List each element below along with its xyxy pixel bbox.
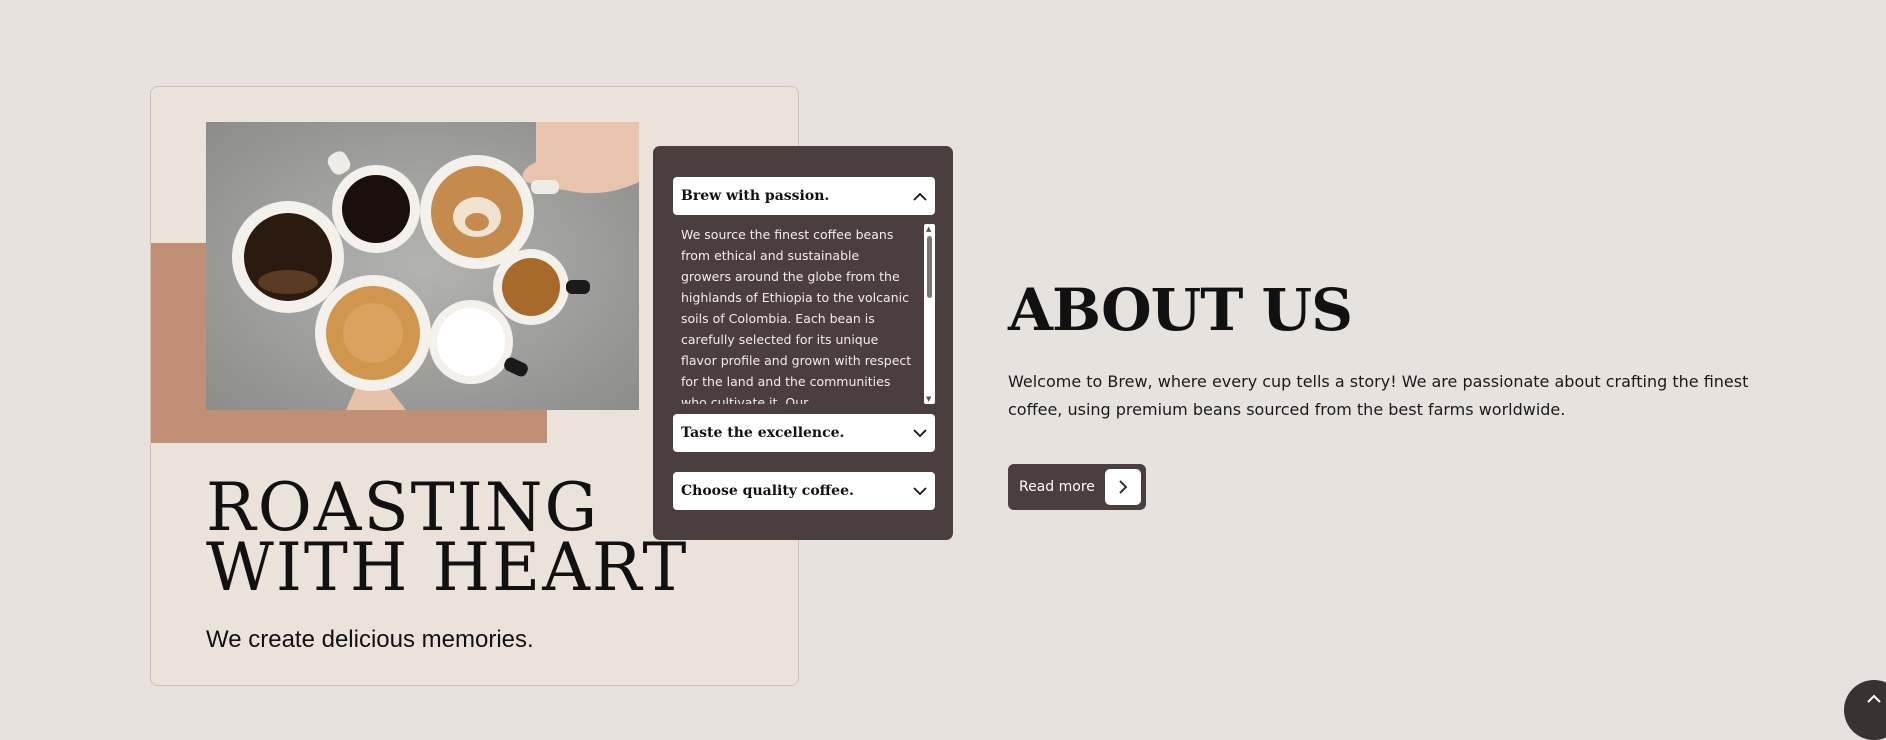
hero-title: ROASTING WITH HEART [206, 469, 689, 606]
accordion-title: Choose quality coffee. [681, 483, 854, 499]
chevron-up-icon [1867, 694, 1881, 703]
chevron-down-icon [913, 426, 927, 440]
scroll-down-arrow-icon[interactable]: ▼ [926, 395, 931, 403]
accordion-header-taste-the-excellence[interactable]: Taste the excellence. [673, 414, 935, 452]
about-description: Welcome to Brew, where every cup tells a… [1008, 372, 1749, 419]
accordion-title: Taste the excellence. [681, 425, 845, 441]
coffee-cups-photo [206, 122, 639, 410]
read-more-label: Read more [1019, 479, 1095, 495]
chevron-down-icon [913, 484, 927, 498]
scroll-up-arrow-icon[interactable]: ▲ [926, 225, 931, 233]
scrollbar-thumb[interactable] [927, 236, 932, 298]
about-title: ABOUT US [1008, 276, 1353, 344]
chevron-right-icon [1105, 469, 1141, 505]
accordion-panel: Brew with passion. We source the finest … [653, 146, 953, 540]
chevron-up-icon [913, 189, 927, 203]
read-more-button[interactable]: Read more [1008, 464, 1146, 510]
accordion-body-text: We source the finest coffee beans from e… [681, 227, 912, 404]
scroll-to-top-button[interactable] [1844, 680, 1886, 740]
accordion-scrollbar[interactable]: ▲ ▼ [924, 224, 935, 404]
accordion-header-choose-quality-coffee[interactable]: Choose quality coffee. [673, 472, 935, 510]
accordion-body[interactable]: We source the finest coffee beans from e… [673, 224, 935, 404]
accordion-header-brew-with-passion[interactable]: Brew with passion. [673, 177, 935, 215]
accordion-title: Brew with passion. [681, 188, 830, 204]
hero-subtitle: We create delicious memories. [206, 626, 534, 653]
